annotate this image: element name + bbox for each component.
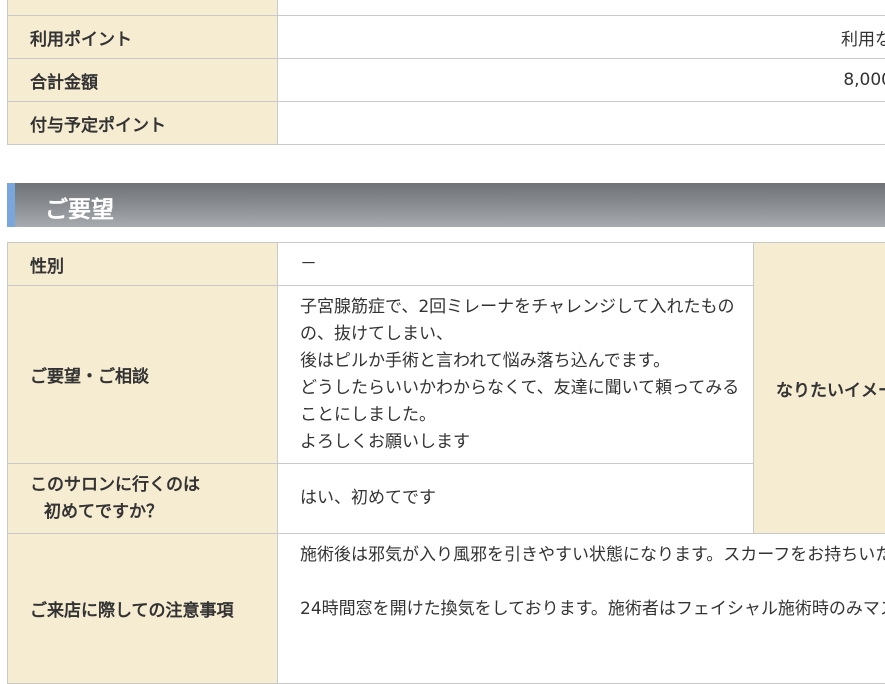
table-row: ご要望・ご相談 子宮腺筋症で、2回ミレーナをチャレンジして入れたもの の、抜けて… bbox=[8, 286, 885, 464]
consultation-line: ことにしました。 bbox=[300, 402, 753, 429]
row-value bbox=[278, 0, 885, 16]
total-amount-label: 合計金額 bbox=[8, 59, 278, 102]
gender-label: 性別 bbox=[8, 243, 278, 286]
consultation-label: ご要望・ご相談 bbox=[8, 286, 278, 464]
total-amount-value: 8,000 bbox=[278, 59, 885, 102]
table-row bbox=[8, 0, 885, 16]
points-to-grant-label: 付与予定ポイント bbox=[8, 102, 278, 145]
visit-notes-line: 施術後は邪気が入り風邪を引きやすい状態になります。スカーフをお持ちいただ bbox=[300, 542, 885, 569]
consultation-line: どうしたらいいかわからなくて、友達に聞いて頼ってみる bbox=[300, 375, 753, 402]
consultation-line: 子宮腺筋症で、2回ミレーナをチャレンジして入れたもの bbox=[300, 294, 753, 321]
table-row: 付与予定ポイント bbox=[8, 102, 885, 145]
section-title: ご要望 bbox=[45, 190, 114, 224]
table-row: 合計金額 8,000 bbox=[8, 59, 885, 102]
visit-notes-text: 施術後は邪気が入り風邪を引きやすい状態になります。スカーフをお持ちいただ 24時… bbox=[278, 534, 885, 684]
points-to-grant-value bbox=[278, 102, 885, 145]
section-header: ご要望 bbox=[7, 183, 885, 227]
first-visit-label-line2: 初めてですか？ bbox=[30, 499, 163, 526]
request-table: 性別 － なりたいイメー ご要望・ご相談 子宮腺筋症で、2回ミレーナをチャレンジ… bbox=[7, 242, 885, 684]
visit-notes-line: 24時間窓を開けた換気をしております。施術者はフェイシャル施術時のみマスク bbox=[300, 596, 885, 623]
row-label bbox=[8, 0, 278, 16]
consultation-line: の、抜けてしまい、 bbox=[300, 321, 753, 348]
points-used-value: 利用な bbox=[278, 16, 885, 59]
table-row: ご来店に際しての注意事項 施術後は邪気が入り風邪を引きやすい状態になります。スカ… bbox=[8, 534, 885, 684]
section-accent-bar bbox=[7, 183, 15, 227]
order-summary-table: 利用ポイント 利用な 合計金額 8,000 付与予定ポイント bbox=[7, 0, 885, 145]
consultation-text: 子宮腺筋症で、2回ミレーナをチャレンジして入れたもの の、抜けてしまい、 後はピ… bbox=[278, 286, 754, 464]
table-row: このサロンに行くのは 初めてですか？ はい、初めてです bbox=[8, 464, 885, 534]
gender-value: － bbox=[278, 243, 754, 286]
first-visit-label: このサロンに行くのは 初めてですか？ bbox=[8, 464, 278, 534]
consultation-line: 後はピルか手術と言われて悩み落ち込んでます。 bbox=[300, 348, 753, 375]
visit-notes-label: ご来店に際しての注意事項 bbox=[8, 534, 278, 684]
desired-image-label: なりたいイメー bbox=[754, 243, 885, 534]
points-used-label: 利用ポイント bbox=[8, 16, 278, 59]
first-visit-value: はい、初めてです bbox=[278, 464, 754, 534]
consultation-line: よろしくお願いします bbox=[300, 429, 753, 456]
table-row: 性別 － なりたいイメー bbox=[8, 243, 885, 286]
table-row: 利用ポイント 利用な bbox=[8, 16, 885, 59]
first-visit-label-line1: このサロンに行くのは bbox=[30, 472, 277, 499]
visit-notes-line bbox=[300, 569, 885, 596]
